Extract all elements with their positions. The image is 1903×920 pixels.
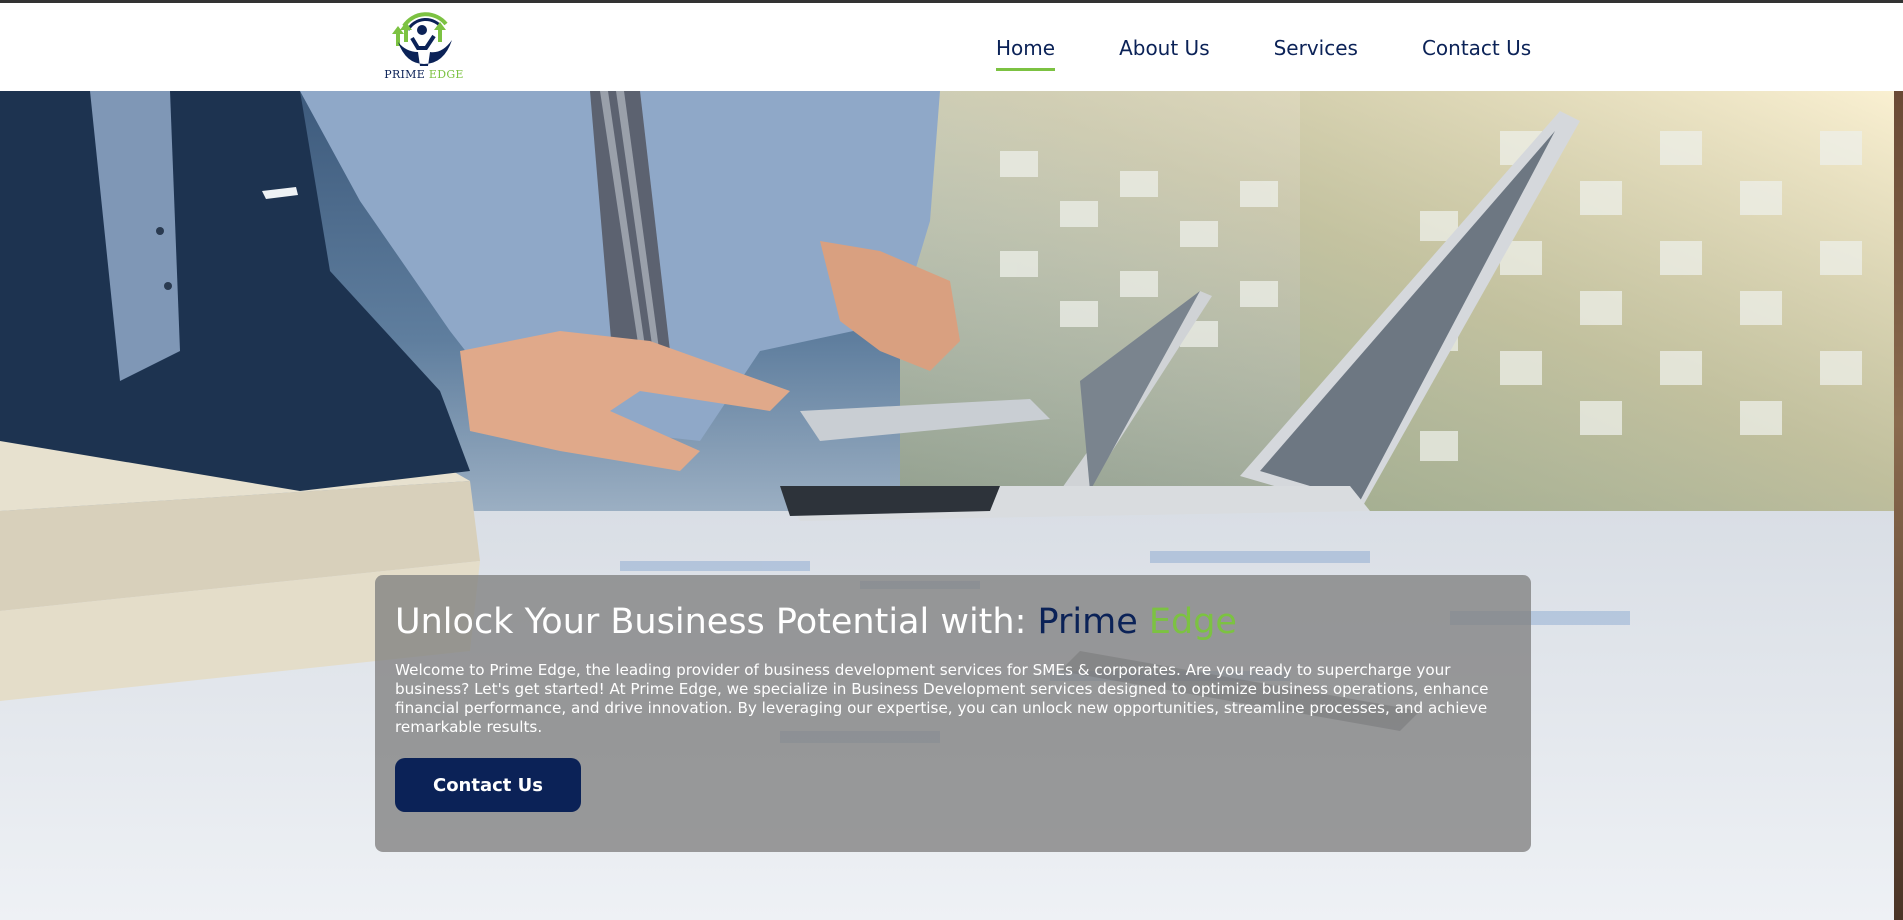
nav-services[interactable]: Services xyxy=(1274,33,1358,69)
hero-section: Unlock Your Business Potential with: Pri… xyxy=(0,91,1903,920)
logo-text-edge: EDGE xyxy=(425,68,464,81)
right-edge-strip xyxy=(1894,91,1903,920)
logo-text-prime: PRIME xyxy=(384,68,426,81)
nav-contact-us[interactable]: Contact Us xyxy=(1422,33,1531,69)
headline-brand-prime: Prime xyxy=(1037,602,1138,642)
headline-prefix: Unlock Your Business Potential with: xyxy=(395,602,1038,642)
hero-headline: Unlock Your Business Potential with: Pri… xyxy=(395,599,1511,645)
site-header: PRIME EDGE Home About Us Services Contac… xyxy=(0,3,1903,91)
hero-description: Welcome to Prime Edge, the leading provi… xyxy=(395,661,1489,736)
headline-brand-edge: Edge xyxy=(1137,602,1237,642)
logo-emblem-icon xyxy=(392,12,452,66)
hero-card: Unlock Your Business Potential with: Pri… xyxy=(375,575,1531,852)
nav-home[interactable]: Home xyxy=(996,33,1056,71)
logo[interactable]: PRIME EDGE xyxy=(382,8,466,84)
nav-about-us[interactable]: About Us xyxy=(1119,33,1210,69)
logo-text: PRIME EDGE xyxy=(382,68,466,81)
main-nav: Home About Us Services Contact Us xyxy=(996,33,1531,71)
contact-us-button[interactable]: Contact Us xyxy=(395,758,581,812)
